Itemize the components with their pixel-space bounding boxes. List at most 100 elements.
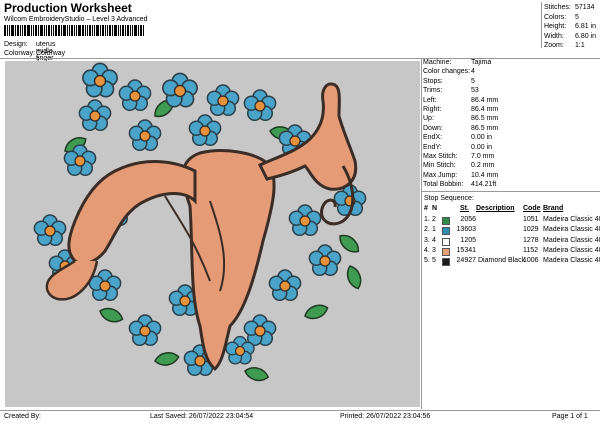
last-saved: Last Saved: 26/07/2022 23:04:54 <box>150 413 254 420</box>
property-value: 53 <box>471 87 479 95</box>
stitches-value: 57134 <box>575 4 595 11</box>
stop-num: 4. <box>424 246 430 254</box>
col-n: N <box>432 205 438 213</box>
property-label: Total Bobbin: <box>423 181 464 189</box>
property-value: 0.00 in <box>471 134 493 142</box>
property-row: EndX: 0.00 in <box>423 134 600 143</box>
stop-row: 4. 3 15341 1152 Madeira Classic 40 <box>423 247 600 257</box>
printed-date: Printed: 26/07/2022 23:04:56 <box>340 413 431 420</box>
property-row: Right: 86.4 mm <box>423 106 600 115</box>
stop-brand: Madeira Classic 40 <box>543 246 600 254</box>
property-value: 86.4 mm <box>471 96 499 104</box>
stop-table-header: # N St. Description Code Brand <box>423 205 600 215</box>
property-value: 5 <box>471 77 475 85</box>
colors-label: Colors: <box>544 13 567 21</box>
design-label: Design: <box>4 41 28 48</box>
color-swatch <box>442 258 450 267</box>
stop-needle: 4 <box>432 236 436 244</box>
stop-code: 1029 <box>523 226 539 234</box>
design-preview <box>5 61 420 407</box>
width-value: 6.80 in <box>575 32 597 40</box>
stop-description: Diamond Black <box>478 257 526 265</box>
stop-row: 3. 4 1205 1278 Madeira Classic 40 <box>423 237 600 247</box>
property-label: Min Stitch: <box>423 162 456 170</box>
stop-row: 5. 5 24927 Diamond Black 1006 Madeira Classic… <box>423 257 600 267</box>
stop-brand: Madeira Classic 40 <box>543 236 600 244</box>
property-label: Up: <box>423 115 434 123</box>
property-value: 86.4 mm <box>471 105 499 113</box>
created-by: Created By: <box>4 413 41 420</box>
stop-sequence: Stop Sequence: # N St. Description Code … <box>423 195 600 268</box>
software-subtitle: Wilcom EmbroideryStudio – Level 3 Advanc… <box>4 16 148 23</box>
stop-needle: 3 <box>432 246 436 254</box>
property-value: 0.00 in <box>471 143 493 151</box>
stitches-label: Stitches: <box>544 4 571 11</box>
stop-row: 2. 1 13603 1029 Madeira Classic 40 <box>423 226 600 236</box>
colors-value: 5 <box>575 13 579 21</box>
property-row: Machine: Tajima <box>423 59 600 68</box>
property-value: 0.2 mm <box>471 162 495 170</box>
col-brand: Brand <box>543 205 564 213</box>
stop-stitches: 2056 <box>460 215 476 223</box>
property-row: Max Stitch: 7.0 mm <box>423 153 600 162</box>
property-label: Machine: <box>423 59 452 66</box>
property-row: Total Bobbin: 414.21ft <box>423 181 600 190</box>
property-value: 4 <box>471 68 475 76</box>
zoom-value: 1:1 <box>575 42 585 49</box>
property-value: 414.21ft <box>471 181 497 189</box>
stop-stitches: 15341 <box>456 246 476 254</box>
stop-needle: 5 <box>432 257 436 265</box>
height-label: Height: <box>544 23 567 30</box>
property-label: Stops: <box>423 77 443 85</box>
property-label: EndY: <box>423 143 442 151</box>
property-label: Down: <box>423 124 443 132</box>
property-value: Tajima <box>471 59 492 66</box>
property-row: Stops: 5 <box>423 78 600 87</box>
properties-panel: Machine: Tajima Color changes: 4 Stops: 5 Trim… <box>423 59 600 190</box>
stop-num: 3. <box>424 236 430 244</box>
property-row: Left: 86.4 mm <box>423 97 600 106</box>
stop-row: 1. 2 2056 1051 Madeira Classic 40 <box>423 216 600 226</box>
color-swatch <box>442 216 450 225</box>
stop-code: 1051 <box>523 215 539 223</box>
height-value: 6.81 in <box>575 23 597 30</box>
stop-brand: Madeira Classic 40 <box>543 226 600 234</box>
page-number: Page 1 of 1 <box>552 413 588 420</box>
property-row: Min Stitch: 0.2 mm <box>423 162 600 171</box>
stop-code: 1278 <box>523 236 539 244</box>
property-label: Left: <box>423 96 437 104</box>
property-row: Up: 86.5 mm <box>423 115 600 124</box>
property-label: EndX: <box>423 134 443 142</box>
property-row: Down: 86.5 mm <box>423 125 600 134</box>
stop-stitches: 13603 <box>456 226 476 234</box>
property-label: Right: <box>423 105 442 113</box>
colorway-label: Colorway: <box>4 50 36 57</box>
stop-needle: 2 <box>432 215 436 223</box>
design-summary: Stitches: 57134 Colors: 5 Height: 6.81 in W… <box>544 4 600 52</box>
stop-code: 1006 <box>523 257 539 265</box>
stop-needle: 1 <box>432 226 436 234</box>
zoom-label: Zoom: <box>544 42 564 49</box>
color-swatch <box>442 247 450 256</box>
page-title: Production Worksheet <box>4 1 132 15</box>
col-description: Description <box>476 205 515 213</box>
property-label: Trims: <box>423 87 443 95</box>
property-row: EndY: 0.00 in <box>423 144 600 153</box>
stop-code: 1152 <box>523 246 539 254</box>
property-value: 10.4 mm <box>471 171 499 179</box>
stop-brand: Madeira Classic 40 <box>543 215 600 223</box>
stop-num: 5. <box>424 257 430 265</box>
property-value: 86.5 mm <box>471 115 499 123</box>
stop-stitches: 1205 <box>460 236 476 244</box>
color-swatch <box>442 237 450 246</box>
property-value: 7.0 mm <box>471 152 495 160</box>
property-row: Color changes: 4 <box>423 68 600 77</box>
col-code: Code <box>523 205 541 213</box>
color-swatch <box>442 227 450 236</box>
property-label: Max Stitch: <box>423 152 458 160</box>
barcode <box>4 25 164 36</box>
width-label: Width: <box>544 32 564 40</box>
property-label: Max Jump: <box>423 171 458 179</box>
stop-sequence-title: Stop Sequence: <box>424 195 474 202</box>
embroidery-artwork <box>33 62 367 384</box>
